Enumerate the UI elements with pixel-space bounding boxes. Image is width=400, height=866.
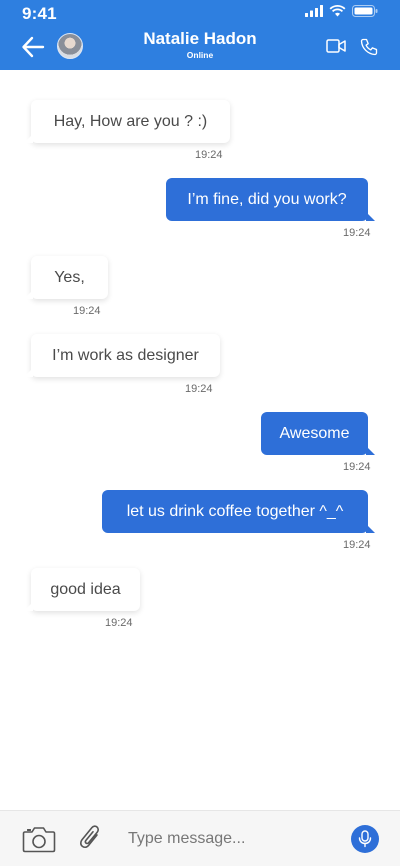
microphone-button[interactable]	[351, 825, 379, 853]
message-time: 19:24	[343, 539, 371, 551]
nav-row: Natalie Hadon Online	[0, 26, 400, 70]
message-text: I’m work as designer	[52, 346, 199, 364]
bubble-tail	[24, 134, 33, 143]
message-text: Awesome	[279, 424, 350, 442]
battery-icon	[352, 5, 378, 17]
status-icons	[305, 5, 378, 17]
phone-icon[interactable]	[359, 37, 379, 57]
message-bubble-outgoing[interactable]: let us drink coffee together ^_^	[102, 490, 375, 533]
contact-name: Natalie Hadon	[143, 29, 257, 48]
message-text: I’m fine, did you work?	[187, 190, 347, 208]
message-time: 19:24	[73, 305, 101, 317]
message-bubble-outgoing[interactable]: Awesome	[261, 412, 375, 455]
avatar[interactable]	[57, 33, 83, 59]
message-bubble-outgoing[interactable]: I’m fine, did you work?	[166, 178, 375, 221]
message-bubble-incoming[interactable]: Yes,	[24, 256, 108, 299]
message-input[interactable]	[128, 824, 338, 854]
message-text: Yes,	[54, 268, 85, 286]
video-camera-icon[interactable]	[326, 38, 346, 54]
message-text: Hay, How are you ? :)	[53, 112, 208, 130]
bubble-tail	[24, 290, 33, 299]
bubble-tail	[366, 446, 375, 455]
message-time: 19:24	[195, 149, 223, 161]
message-text: good idea	[50, 580, 121, 598]
message-time: 19:24	[343, 461, 371, 473]
status-time: 9:41	[22, 4, 57, 23]
paperclip-icon[interactable]	[78, 823, 104, 855]
contact-status: Online	[186, 50, 214, 60]
bubble-tail	[366, 524, 375, 533]
signal-icon	[305, 5, 323, 17]
contact-title: Natalie Hadon Online	[100, 29, 300, 60]
message-composer	[0, 810, 400, 866]
microphone-icon	[358, 830, 372, 848]
bubble-tail	[24, 368, 33, 377]
message-time: 19:24	[185, 383, 213, 395]
wifi-icon	[329, 5, 346, 17]
message-text: let us drink coffee together ^_^	[126, 502, 344, 520]
camera-icon[interactable]	[22, 825, 56, 853]
message-bubble-incoming[interactable]: good idea	[24, 568, 140, 611]
back-arrow-icon[interactable]	[20, 34, 46, 60]
message-bubble-incoming[interactable]: I’m work as designer	[24, 334, 220, 377]
bubble-tail	[366, 212, 375, 221]
bubble-tail	[24, 602, 33, 611]
message-time: 19:24	[343, 227, 371, 239]
chat-header: 9:41 Natalie Hadon Online	[0, 0, 400, 70]
message-time: 19:24	[105, 617, 133, 629]
message-list[interactable]: Hay, How are you ? :) 19:24 I’m fine, di…	[0, 70, 400, 810]
status-bar: 9:41	[0, 0, 400, 26]
message-bubble-incoming[interactable]: Hay, How are you ? :)	[24, 100, 230, 143]
